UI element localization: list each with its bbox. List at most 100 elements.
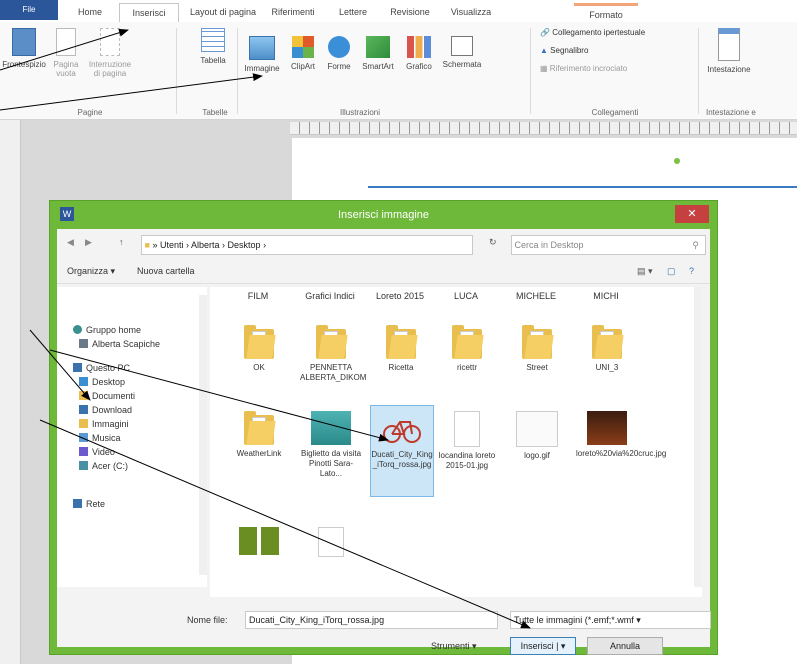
nav-video[interactable]: Video: [79, 447, 115, 457]
tab-lettere[interactable]: Lettere: [328, 3, 378, 21]
folder-label: Loreto 2015: [375, 291, 425, 301]
file-label: Biglietto da visita Pinotti Sara-Lato...: [300, 449, 362, 478]
frontespizio-button[interactable]: Frontespizio: [2, 28, 46, 69]
nav-gruppo-home[interactable]: Gruppo home: [73, 325, 141, 335]
cancel-button[interactable]: Annulla: [587, 637, 663, 655]
file-item[interactable]: Biglietto da visita Pinotti Sara-Lato...: [300, 411, 362, 479]
clipart-icon: [292, 36, 314, 58]
tabella-label: Tabella: [200, 56, 226, 65]
blank-page-icon: [56, 28, 76, 56]
nav-questo-pc[interactable]: Questo PC: [73, 363, 130, 373]
tab-revisione[interactable]: Revisione: [380, 3, 440, 21]
search-input[interactable]: Cerca in Desktop ⚲: [511, 235, 706, 255]
file-item[interactable]: loreto%20via%20cruc.jpg: [576, 411, 666, 459]
search-placeholder: Cerca in Desktop: [514, 240, 584, 250]
nav-acer-c[interactable]: Acer (C:): [79, 461, 128, 471]
tab-formato[interactable]: Formato: [574, 3, 638, 24]
folder-item[interactable]: Street: [506, 325, 568, 373]
nav-label: Documenti: [92, 391, 136, 401]
vertical-ruler: [0, 120, 21, 664]
insert-picture-dialog: Inserisci immagine W ✕ ◀ ▶ ↑ ■ » Utenti …: [49, 200, 718, 655]
group-intestazione-label: Intestazione e: [706, 108, 756, 117]
breadcrumb-alberta[interactable]: Alberta: [191, 240, 220, 250]
folder-item[interactable]: Ricetta: [370, 325, 432, 373]
clipart-button[interactable]: ClipArt: [284, 36, 322, 71]
tab-visualizza[interactable]: Visualizza: [442, 3, 500, 21]
file-item[interactable]: locandina loreto 2015-01.jpg: [436, 411, 498, 471]
preview-pane-icon[interactable]: ▢: [667, 266, 676, 277]
forme-button[interactable]: Forme: [322, 36, 356, 71]
tab-inserisci[interactable]: Inserisci: [119, 3, 179, 23]
new-folder-button[interactable]: Nuova cartella: [137, 266, 195, 276]
tab-file[interactable]: File: [0, 0, 58, 20]
photo-thumbnail: [587, 411, 627, 445]
picture-icon: [249, 36, 275, 60]
filename-value: Ducati_City_King_iTorq_rossa.jpg: [249, 615, 385, 625]
filename-input[interactable]: Ducati_City_King_iTorq_rossa.jpg: [245, 611, 498, 629]
back-arrow-icon[interactable]: ◀: [67, 237, 74, 248]
folder-icon: [522, 325, 554, 359]
nav-rete[interactable]: Rete: [73, 499, 105, 509]
nav-scrollbar[interactable]: [199, 295, 207, 575]
file-label: loreto%20via%20cruc.jpg: [576, 449, 667, 458]
dialog-title: Inserisci immagine: [337, 209, 430, 221]
folder-item[interactable]: ricettr: [436, 325, 498, 373]
ribbon-separator: [530, 28, 531, 114]
forward-arrow-icon[interactable]: ▶: [85, 237, 92, 248]
smartart-button[interactable]: SmartArt: [356, 36, 400, 71]
folder-item[interactable]: UNI_3: [576, 325, 638, 373]
schermata-label: Schermata: [442, 60, 482, 69]
screenshot-icon: [451, 36, 473, 56]
immagine-button[interactable]: Immagine: [242, 36, 282, 73]
folder-item[interactable]: OK: [228, 325, 290, 373]
breadcrumb-desktop[interactable]: Desktop: [228, 240, 261, 250]
segnalibro-button[interactable]: ▲ Segnalibro: [540, 46, 588, 55]
filetype-select[interactable]: Tutte le immagini (*.emf;*.wmf ▾: [510, 611, 711, 629]
tools-button[interactable]: Strumenti ▾: [431, 641, 477, 652]
help-icon[interactable]: ?: [689, 266, 694, 276]
nav-documenti[interactable]: Documenti: [79, 391, 135, 401]
view-options-icon[interactable]: ▤ ▾: [637, 266, 653, 277]
file-list: FILM Grafici Indici Loreto 2015 LUCA MIC…: [210, 287, 702, 597]
nav-desktop[interactable]: Desktop: [79, 377, 125, 387]
file-list-scrollbar[interactable]: [694, 287, 702, 587]
desktop-icon: [79, 377, 88, 386]
file-item[interactable]: logo.gif: [506, 411, 568, 461]
rotate-handle[interactable]: [674, 158, 680, 164]
file-item[interactable]: [228, 527, 290, 559]
folder-item[interactable]: PENNETTA ALBERTA_DIKOM: [300, 325, 366, 383]
bookmark-icon: ▲: [540, 46, 548, 55]
refresh-icon[interactable]: ↻: [489, 237, 497, 248]
breadcrumb[interactable]: ■ » Utenti › Alberta › Desktop ›: [141, 235, 473, 255]
tab-riferimenti[interactable]: Riferimenti: [262, 3, 324, 21]
cross-reference-icon: ▦: [540, 64, 548, 73]
riferimento-button[interactable]: ▦ Riferimento incrociato: [540, 64, 627, 73]
nav-immagini[interactable]: Immagini: [79, 419, 129, 429]
intestazione-button[interactable]: Intestazione: [704, 28, 754, 74]
nav-label: Gruppo home: [86, 325, 142, 335]
close-button[interactable]: ✕: [675, 205, 709, 223]
ribbon-separator: [237, 28, 238, 114]
grafico-button[interactable]: Grafico: [400, 36, 438, 71]
tab-layout[interactable]: Layout di pagina: [186, 3, 260, 21]
up-arrow-icon[interactable]: ↑: [119, 237, 124, 247]
nav-musica[interactable]: Musica: [79, 433, 121, 443]
file-item-selected[interactable]: Ducati_City_King_iTorq_rossa.jpg: [370, 405, 434, 497]
nav-alberta[interactable]: Alberta Scapiche: [79, 339, 160, 349]
nav-download[interactable]: Download: [79, 405, 132, 415]
pagina-vuota-button[interactable]: Pagina vuota: [48, 28, 84, 78]
schermata-button[interactable]: Schermata: [440, 36, 484, 69]
file-item[interactable]: [300, 527, 362, 561]
interruzione-pagina-button[interactable]: Interruzione di pagina: [86, 28, 134, 78]
tabella-button[interactable]: Tabella: [193, 28, 233, 65]
dialog-toolbar: Organizza ▾ Nuova cartella ▤ ▾ ▢ ?: [57, 261, 710, 284]
tab-home[interactable]: Home: [66, 3, 114, 21]
business-card-thumbnail: [311, 411, 351, 445]
insert-button[interactable]: Inserisci | ▾: [510, 637, 576, 655]
organize-button[interactable]: Organizza ▾: [67, 266, 115, 277]
breadcrumb-utenti[interactable]: Utenti: [160, 240, 184, 250]
folder-item[interactable]: WeatherLink: [228, 411, 290, 459]
nav-label: Desktop: [92, 377, 126, 387]
collegamento-button[interactable]: 🔗 Collegamento ipertestuale: [540, 28, 645, 37]
frontespizio-label: Frontespizio: [2, 60, 46, 69]
